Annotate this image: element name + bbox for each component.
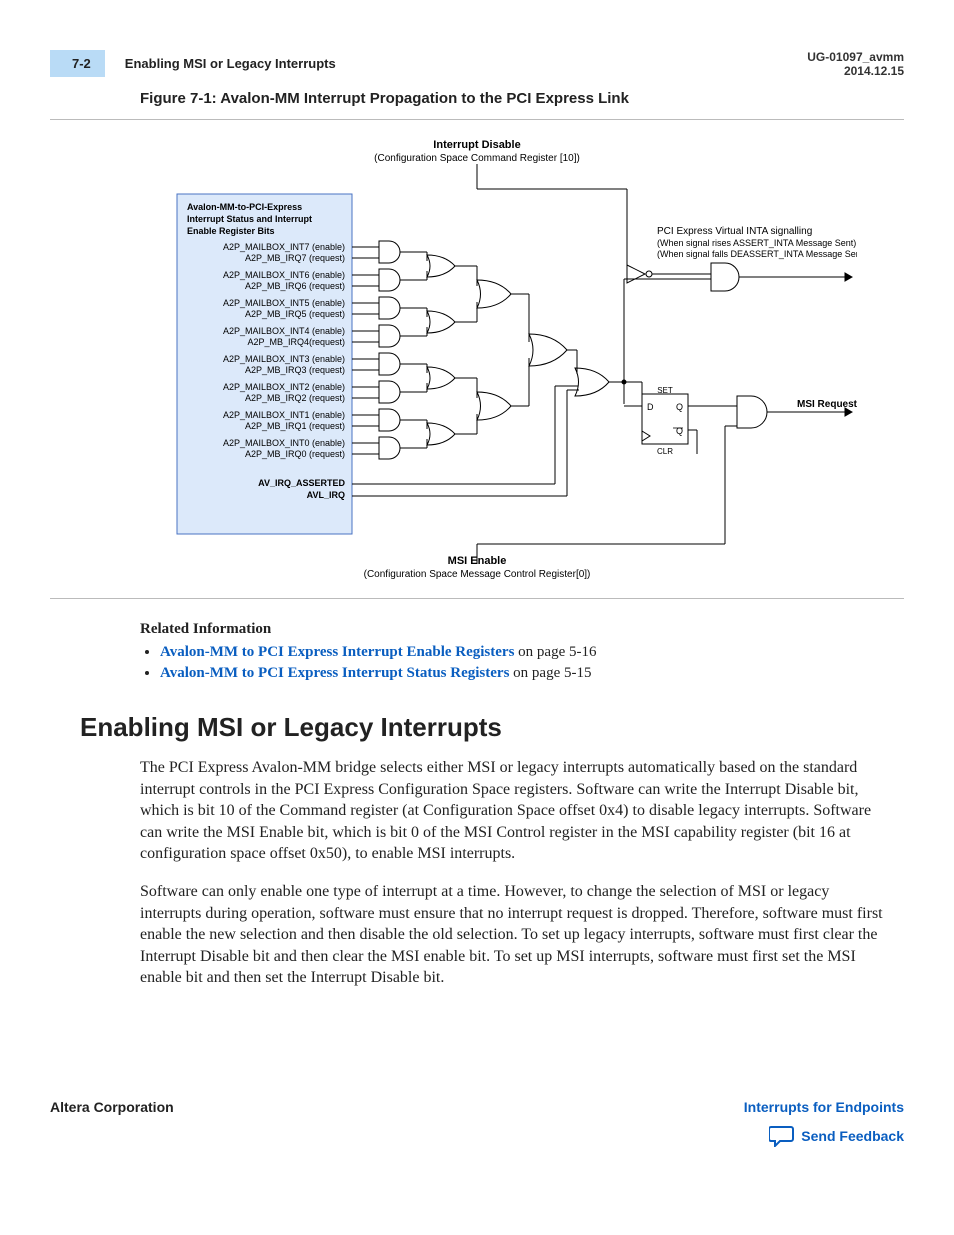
svg-text:A2P_MAILBOX_INT6 (enable): A2P_MAILBOX_INT6 (enable) (223, 270, 345, 280)
svg-text:AVL_IRQ: AVL_IRQ (307, 490, 345, 500)
svg-text:A2P_MB_IRQ0 (request): A2P_MB_IRQ0 (request) (245, 449, 345, 459)
svg-text:A2P_MAILBOX_INT0 (enable): A2P_MAILBOX_INT0 (enable) (223, 438, 345, 448)
doc-id: UG-01097_avmm (807, 50, 904, 64)
svg-text:A2P_MAILBOX_INT3 (enable): A2P_MAILBOX_INT3 (enable) (223, 354, 345, 364)
page-footer: Altera Corporation Interrupts for Endpoi… (50, 1099, 904, 1152)
svg-text:A2P_MB_IRQ3 (request): A2P_MB_IRQ3 (request) (245, 365, 345, 375)
svg-text:SET: SET (657, 386, 673, 395)
link-suffix: on page 5-15 (509, 665, 591, 681)
svg-text:A2P_MB_IRQ1 (request): A2P_MB_IRQ1 (request) (245, 421, 345, 431)
related-info-heading: Related Information (140, 621, 904, 638)
svg-text:A2P_MB_IRQ5 (request): A2P_MB_IRQ5 (request) (245, 309, 345, 319)
svg-text:D: D (647, 402, 654, 412)
related-info-list: Avalon-MM to PCI Express Interrupt Enabl… (160, 644, 904, 682)
svg-text:(Configuration Space Message C: (Configuration Space Message Control Reg… (364, 569, 591, 580)
related-link-status-registers[interactable]: Avalon-MM to PCI Express Interrupt Statu… (160, 665, 509, 681)
speech-bubble-icon (769, 1125, 795, 1147)
svg-text:(When signal falls DEASSERT_IN: (When signal falls DEASSERT_INTA Message… (657, 249, 857, 259)
page-header: 7-2 Enabling MSI or Legacy Interrupts UG… (50, 50, 904, 78)
body-paragraph-2: Software can only enable one type of int… (140, 881, 884, 989)
figure-caption: Figure 7-1: Avalon-MM Interrupt Propagat… (140, 90, 904, 107)
svg-text:A2P_MAILBOX_INT5 (enable): A2P_MAILBOX_INT5 (enable) (223, 298, 345, 308)
svg-text:CLR: CLR (657, 447, 673, 456)
svg-text:A2P_MB_IRQ7 (request): A2P_MB_IRQ7 (request) (245, 253, 345, 263)
running-section-name: Enabling MSI or Legacy Interrupts (125, 56, 336, 71)
list-item: Avalon-MM to PCI Express Interrupt Enabl… (160, 644, 904, 661)
related-link-enable-registers[interactable]: Avalon-MM to PCI Express Interrupt Enabl… (160, 644, 514, 660)
svg-text:A2P_MAILBOX_INT4 (enable): A2P_MAILBOX_INT4 (enable) (223, 326, 345, 336)
svg-text:(Configuration Space Command R: (Configuration Space Command Register [1… (374, 153, 580, 164)
svg-text:PCI Express Virtual INTA signa: PCI Express Virtual INTA signalling (657, 226, 812, 237)
svg-text:A2P_MB_IRQ2 (request): A2P_MB_IRQ2 (request) (245, 393, 345, 403)
svg-text:AV_IRQ_ASSERTED: AV_IRQ_ASSERTED (258, 478, 345, 488)
svg-text:A2P_MB_IRQ4(request): A2P_MB_IRQ4(request) (247, 337, 345, 347)
section-heading: Enabling MSI or Legacy Interrupts (80, 712, 904, 743)
send-feedback-link[interactable]: Send Feedback (769, 1125, 904, 1147)
body-paragraph-1: The PCI Express Avalon-MM bridge selects… (140, 757, 884, 865)
svg-text:A2P_MAILBOX_INT2 (enable): A2P_MAILBOX_INT2 (enable) (223, 382, 345, 392)
svg-text:Q: Q (676, 402, 683, 412)
footer-chapter-link[interactable]: Interrupts for Endpoints (744, 1099, 904, 1115)
svg-text:(When signal rises ASSERT_INTA: (When signal rises ASSERT_INTA Message S… (657, 238, 856, 248)
svg-text:Q: Q (676, 426, 683, 436)
svg-text:A2P_MAILBOX_INT7 (enable): A2P_MAILBOX_INT7 (enable) (223, 242, 345, 252)
svg-text:Avalon-MM-to-PCI-Express: Avalon-MM-to-PCI-Express (187, 202, 302, 212)
svg-text:A2P_MAILBOX_INT1 (enable): A2P_MAILBOX_INT1 (enable) (223, 410, 345, 420)
svg-text:Interrupt Disable: Interrupt Disable (433, 139, 520, 151)
send-feedback-label: Send Feedback (801, 1128, 904, 1144)
svg-text:Interrupt Status and Interrupt: Interrupt Status and Interrupt (187, 214, 312, 224)
page-number-badge: 7-2 (50, 50, 105, 77)
list-item: Avalon-MM to PCI Express Interrupt Statu… (160, 665, 904, 682)
svg-text:A2P_MB_IRQ6 (request): A2P_MB_IRQ6 (request) (245, 281, 345, 291)
link-suffix: on page 5-16 (514, 644, 596, 660)
doc-date: 2014.12.15 (807, 64, 904, 78)
svg-text:MSI Request: MSI Request (797, 399, 857, 410)
corporation-name: Altera Corporation (50, 1099, 174, 1115)
svg-text:MSI Enable: MSI Enable (448, 555, 507, 567)
figure-7-1: Interrupt Disable (Configuration Space C… (50, 119, 904, 599)
svg-text:Enable Register Bits: Enable Register Bits (187, 226, 275, 236)
